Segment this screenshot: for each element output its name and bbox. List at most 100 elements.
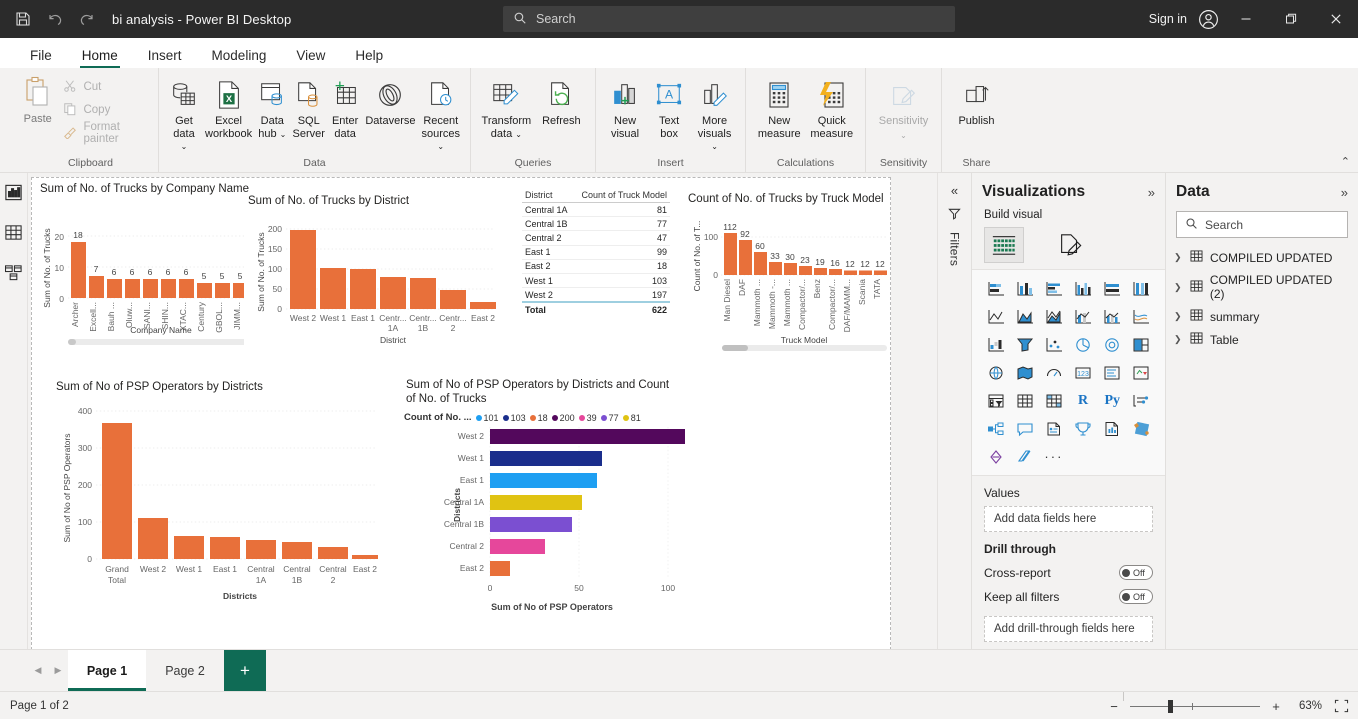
chevron-right-icon[interactable]: ❯: [1174, 311, 1183, 322]
page-tab-page-1[interactable]: Page 1: [68, 650, 146, 691]
table-row[interactable]: West 2197: [522, 288, 670, 303]
tab-insert[interactable]: Insert: [134, 45, 196, 68]
sql-server-button[interactable]: SQL Server: [291, 74, 327, 140]
format-painter-button[interactable]: Format painter: [63, 124, 150, 142]
matrix-icon[interactable]: [1040, 388, 1067, 413]
clustered-column-chart-icon[interactable]: [1069, 276, 1096, 301]
chevron-double-left-icon[interactable]: «: [951, 183, 958, 198]
chevron-double-right-icon[interactable]: »: [1341, 185, 1348, 200]
scrollbar-thumb[interactable]: [68, 339, 76, 345]
slider-knob[interactable]: [1168, 700, 1173, 713]
undo-icon[interactable]: [46, 10, 64, 28]
close-button[interactable]: [1313, 0, 1358, 38]
100-stacked-bar-chart-icon[interactable]: [1099, 276, 1126, 301]
sign-in-label[interactable]: Sign in: [1149, 12, 1193, 26]
scrollbar-thumb[interactable]: [722, 345, 748, 351]
get-data-button[interactable]: Get data ⌄: [167, 74, 201, 154]
visual-trucks-by-district[interactable]: Sum of No. of Trucks by District 200 150…: [244, 192, 506, 352]
dataverse-button[interactable]: Dataverse: [363, 74, 417, 128]
quick-measure-button[interactable]: Quick measure: [807, 74, 858, 140]
copy-button[interactable]: Copy: [63, 101, 150, 119]
legend-item[interactable]: 18: [530, 413, 548, 423]
gauge-icon[interactable]: [1040, 360, 1067, 385]
line-stacked-column-chart-icon[interactable]: [1069, 304, 1096, 329]
data-search-input[interactable]: Search: [1176, 211, 1348, 238]
tab-modeling[interactable]: Modeling: [198, 45, 281, 68]
multi-row-card-icon[interactable]: [1099, 360, 1126, 385]
metrics-icon[interactable]: [1069, 416, 1096, 441]
pie-chart-icon[interactable]: [1069, 332, 1096, 357]
power-apps-icon[interactable]: [1128, 416, 1155, 441]
data-table-item-compiled-updated[interactable]: ❯ COMPILED UPDATED: [1166, 246, 1358, 269]
map-icon[interactable]: [982, 360, 1009, 385]
horizontal-scrollbar[interactable]: [722, 345, 887, 351]
values-dropzone[interactable]: Add data fields here: [984, 506, 1153, 532]
ribbon-chart-icon[interactable]: [1128, 304, 1155, 329]
r-script-visual-icon[interactable]: R: [1069, 388, 1096, 413]
keep-all-filters-toggle[interactable]: Off: [1119, 589, 1153, 604]
chart-legend[interactable]: Count of No. ... 101 103 18 200 39 77 81: [402, 408, 702, 423]
paste-button[interactable]: Paste: [14, 72, 61, 125]
format-paint-icon[interactable]: [1050, 227, 1090, 263]
stacked-column-chart-icon[interactable]: [1011, 276, 1038, 301]
ribbon-collapse-icon[interactable]: ⌃: [1341, 155, 1350, 168]
visual-psp-operators-and-trucks[interactable]: Sum of No of PSP Operators by Districts …: [402, 376, 702, 608]
zoom-out-button[interactable]: −: [1108, 699, 1120, 714]
chevron-double-right-icon[interactable]: »: [1148, 185, 1155, 200]
key-influencers-icon[interactable]: [1128, 388, 1155, 413]
data-table-item-summary[interactable]: ❯ summary: [1166, 305, 1358, 328]
100-stacked-column-chart-icon[interactable]: [1128, 276, 1155, 301]
arcgis-map-icon[interactable]: [1011, 444, 1038, 469]
minimize-button[interactable]: [1223, 0, 1268, 38]
donut-chart-icon[interactable]: [1099, 332, 1126, 357]
python-visual-icon[interactable]: Py: [1099, 388, 1126, 413]
zoom-slider[interactable]: [1130, 700, 1260, 712]
recent-sources-button[interactable]: Recent sources ⌄: [419, 74, 462, 154]
table-row[interactable]: West 1103: [522, 273, 670, 287]
save-icon[interactable]: [14, 10, 32, 28]
tab-view[interactable]: View: [282, 45, 339, 68]
new-measure-button[interactable]: New measure: [754, 74, 805, 140]
column-header-count[interactable]: Count of Truck Model: [573, 188, 670, 203]
chevron-right-icon[interactable]: ❯: [1174, 252, 1183, 263]
fit-to-page-icon[interactable]: [1332, 697, 1350, 715]
azure-map-icon[interactable]: [982, 444, 1009, 469]
slicer-icon[interactable]: [982, 388, 1009, 413]
page-tab-page-2[interactable]: Page 2: [146, 650, 224, 691]
zoom-in-button[interactable]: +: [1270, 699, 1282, 714]
table-row[interactable]: Central 247: [522, 231, 670, 245]
global-search-box[interactable]: Search: [503, 6, 955, 32]
chevron-right-icon[interactable]: ❯: [1174, 334, 1183, 345]
legend-item[interactable]: 103: [503, 413, 526, 423]
data-table-icon[interactable]: [3, 221, 25, 243]
redo-icon[interactable]: [78, 10, 96, 28]
new-visual-button[interactable]: New visual: [604, 74, 646, 140]
kpi-icon[interactable]: [1128, 360, 1155, 385]
stacked-bar-chart-icon[interactable]: [982, 276, 1009, 301]
data-hub-button[interactable]: Data hub ⌄: [256, 74, 288, 141]
model-relationship-icon[interactable]: [3, 261, 25, 283]
stacked-area-chart-icon[interactable]: [1040, 304, 1067, 329]
legend-item[interactable]: 77: [601, 413, 619, 423]
tab-home[interactable]: Home: [68, 45, 132, 68]
table-row[interactable]: Central 1B77: [522, 217, 670, 231]
column-header-district[interactable]: District: [522, 188, 573, 203]
excel-workbook-button[interactable]: X Excel workbook: [203, 74, 254, 140]
filters-pane-collapsed[interactable]: « Filters: [937, 173, 971, 649]
scatter-chart-icon[interactable]: [1040, 332, 1067, 357]
enter-data-button[interactable]: Enter data: [329, 74, 361, 140]
waterfall-chart-icon[interactable]: [982, 332, 1009, 357]
data-table-item-table[interactable]: ❯ Table: [1166, 328, 1358, 351]
chevron-right-icon[interactable]: ▶: [48, 650, 68, 691]
filled-map-icon[interactable]: [1011, 360, 1038, 385]
line-chart-icon[interactable]: [982, 304, 1009, 329]
funnel-chart-icon[interactable]: [1011, 332, 1038, 357]
add-page-button[interactable]: +: [224, 650, 266, 691]
treemap-icon[interactable]: [1128, 332, 1155, 357]
smart-narrative-icon[interactable]: [1040, 416, 1067, 441]
chevron-right-icon[interactable]: ❯: [1174, 282, 1183, 293]
clustered-bar-chart-icon[interactable]: [1040, 276, 1067, 301]
tab-help[interactable]: Help: [341, 45, 397, 68]
more-visuals-button[interactable]: More visuals ⌄: [692, 74, 737, 154]
chevron-left-icon[interactable]: ◀: [28, 650, 48, 691]
